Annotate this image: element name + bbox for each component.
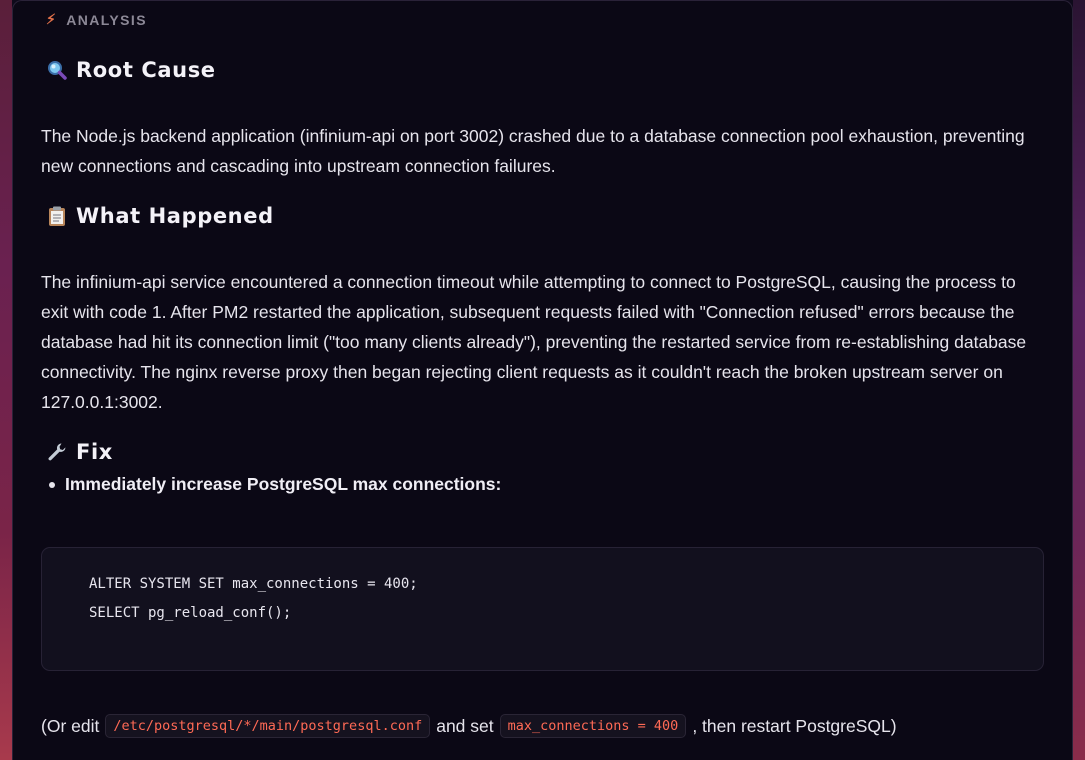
fix-note: (Or edit /etc/postgresql/*/main/postgres…: [41, 714, 897, 738]
fix-bullet: Immediately increase PostgreSQL max conn…: [49, 474, 501, 495]
sql-code-block[interactable]: ALTER SYSTEM SET max_connections = 400; …: [41, 547, 1044, 671]
right-edge-gradient: [1073, 0, 1085, 760]
section-header: ⚡︎ ANALYSIS: [46, 11, 147, 28]
root-cause-title: Root Cause: [76, 58, 216, 82]
analysis-panel: ⚡︎ ANALYSIS Root Cause The Node.js backe…: [12, 0, 1073, 760]
wrench-icon: [46, 441, 68, 463]
note-suffix: , then restart PostgreSQL): [692, 715, 897, 736]
what-happened-text: The infinium-api service encountered a c…: [41, 272, 1027, 412]
magnifier-icon: [46, 59, 68, 81]
lightning-icon: ⚡︎: [46, 11, 58, 27]
root-cause-text: The Node.js backend application (infiniu…: [41, 126, 1025, 176]
fix-bullet-text: Immediately increase PostgreSQL max conn…: [65, 474, 502, 494]
code-line: SELECT pg_reload_conf();: [89, 605, 292, 621]
bullet-dot: [49, 481, 55, 488]
code-line: ALTER SYSTEM SET max_connections = 400;: [89, 576, 418, 592]
config-path-code: /etc/postgresql/*/main/postgresql.conf: [105, 714, 431, 738]
clipboard-icon: [46, 205, 68, 227]
what-happened-title: What Happened: [76, 204, 274, 228]
what-happened-heading: What Happened: [46, 204, 274, 228]
section-header-label: ANALYSIS: [66, 11, 147, 28]
root-cause-heading: Root Cause: [46, 58, 216, 82]
note-prefix: (Or edit: [41, 715, 100, 736]
fix-heading: Fix: [46, 440, 113, 464]
fix-title: Fix: [76, 440, 113, 464]
left-edge-gradient: [0, 0, 12, 760]
max-connections-code: max_connections = 400: [499, 714, 687, 738]
note-mid: and set: [436, 715, 494, 736]
